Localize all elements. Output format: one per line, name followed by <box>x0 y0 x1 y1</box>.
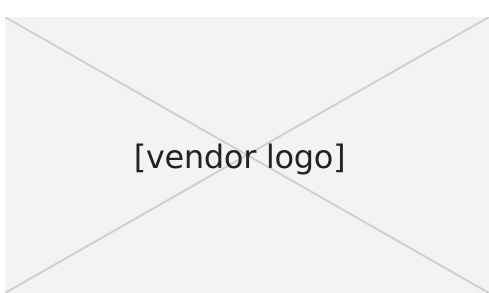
vendor-logo-placeholder: [vendor logo] <box>5 17 489 293</box>
placeholder-label-wrap: [vendor logo] <box>5 17 489 293</box>
placeholder-label: [vendor logo] <box>133 138 346 176</box>
